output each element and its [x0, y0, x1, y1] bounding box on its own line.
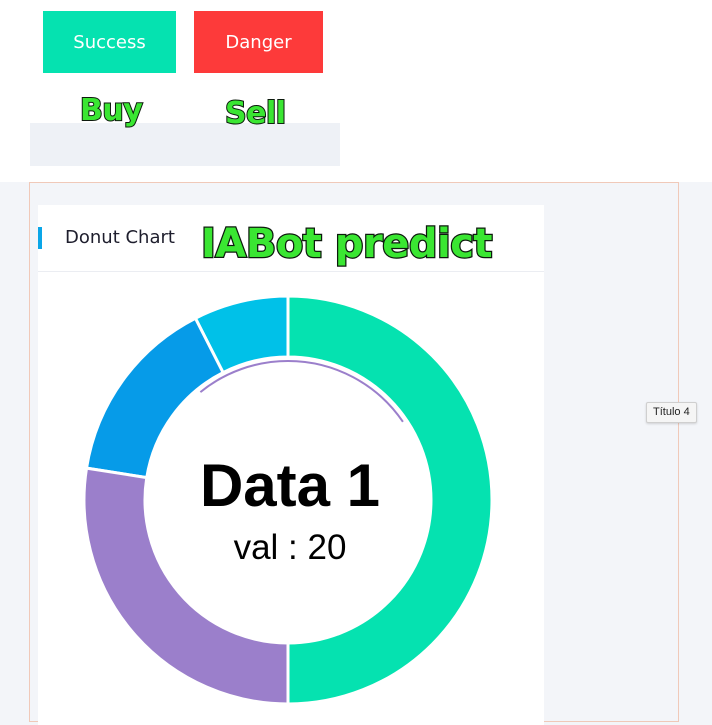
donut-center-label: Data 1: [200, 452, 380, 519]
iabot-predict-sticker: IABot predict: [200, 221, 494, 267]
donut-center-value: val : 20: [234, 528, 347, 567]
sell-sticker: Sell: [224, 96, 287, 131]
donut-chart-card: Donut Chart Data 1 val : 20: [38, 205, 544, 725]
donut-chart: Data 1 val : 20: [82, 294, 494, 706]
danger-button[interactable]: Danger: [194, 11, 323, 73]
buy-sticker: Buy: [79, 93, 144, 128]
button-strip: [30, 123, 340, 166]
success-button[interactable]: Success: [43, 11, 176, 73]
tooltip: Título 4: [646, 402, 697, 423]
